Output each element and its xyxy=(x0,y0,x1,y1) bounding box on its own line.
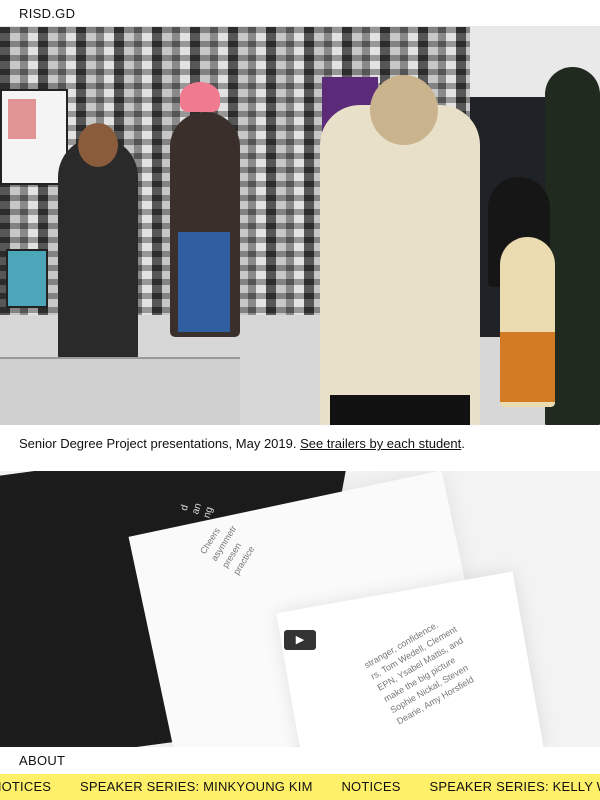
play-icon: ▶ xyxy=(295,633,305,646)
visitor-figure xyxy=(58,123,138,362)
top-bar: RISD.GD xyxy=(0,0,600,27)
trailers-link[interactable]: See trailers by each student xyxy=(300,436,461,451)
visitor-figure xyxy=(320,75,480,425)
video-gallery[interactable]: d an ng Cheers asymmetr presen practice … xyxy=(0,471,600,747)
caption-text: Senior Degree Project presentations, May… xyxy=(19,436,301,451)
table xyxy=(0,357,240,425)
gallery-caption: Senior Degree Project presentations, May… xyxy=(19,436,579,451)
play-button[interactable]: ▶ xyxy=(284,630,316,650)
photo-gallery[interactable] xyxy=(0,27,600,425)
visitor-figure xyxy=(170,82,240,337)
visitor-figure xyxy=(500,237,555,407)
small-monitor xyxy=(6,249,48,308)
news-ticker: NOTICES SPEAKER SERIES: MINKYOUNG KIM NO… xyxy=(0,774,600,800)
about-link[interactable]: ABOUT xyxy=(19,753,65,768)
ticker-item-speaker-series[interactable]: SPEAKER SERIES: KELLY WALTERS xyxy=(429,779,600,794)
ticker-item-notices[interactable]: NOTICES xyxy=(341,779,400,794)
caption-suffix: . xyxy=(461,436,465,451)
ticker-item-speaker-series[interactable]: SPEAKER SERIES: MINKYOUNG KIM xyxy=(80,779,313,794)
site-title-link[interactable]: RISD.GD xyxy=(19,6,75,21)
ticker-item-notices[interactable]: NOTICES xyxy=(0,779,51,794)
